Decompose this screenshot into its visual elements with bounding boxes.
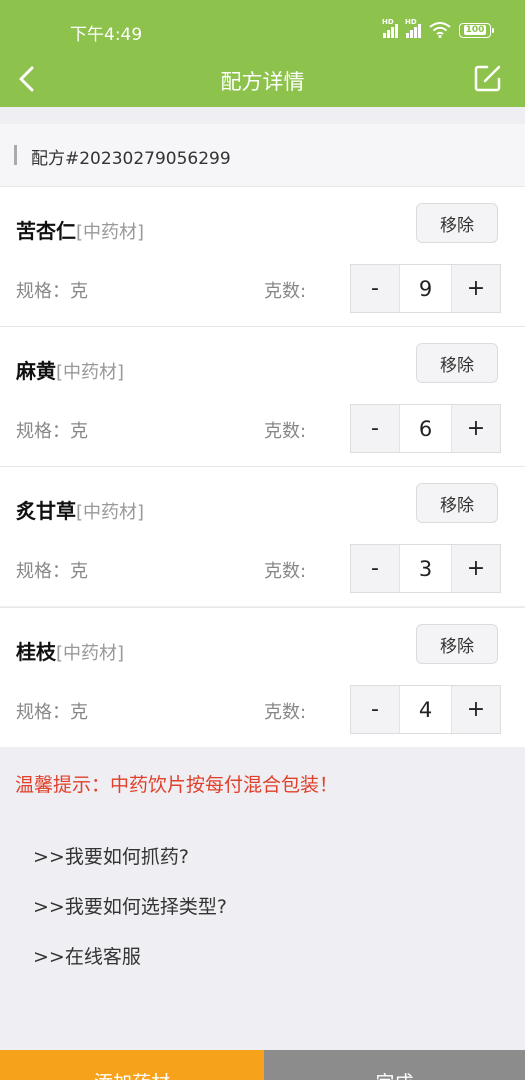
signal-icon: HD: [405, 18, 421, 38]
herb-type: [中药材]: [76, 502, 145, 523]
herb-name: 苦杏仁[中药材]: [16, 219, 145, 243]
herb-type: [中药材]: [56, 643, 125, 664]
quantity-label: 克数:: [264, 702, 307, 723]
quantity-stepper: - 3 +: [350, 544, 501, 593]
signal-icon: HD: [382, 18, 398, 38]
help-link-choose-type[interactable]: >>我要如何选择类型?: [33, 892, 227, 919]
quantity-label: 克数:: [264, 561, 307, 582]
herb-row: 麻黄[中药材] 移除 规格：克 克数: - 6 +: [0, 326, 525, 466]
quantity-label: 克数:: [264, 281, 307, 302]
herb-type: [中药材]: [76, 222, 145, 243]
formula-marker: [14, 145, 17, 165]
status-time: 下午4:49: [70, 25, 143, 45]
decrement-button[interactable]: -: [351, 545, 399, 592]
quantity-value[interactable]: 4: [399, 686, 452, 733]
quantity-stepper: - 9 +: [350, 264, 501, 313]
herb-row: 炙甘草[中药材] 移除 规格：克 克数: - 3 +: [0, 466, 525, 606]
wifi-icon: [429, 22, 451, 38]
remove-button[interactable]: 移除: [416, 203, 498, 243]
herb-name: 麻黄[中药材]: [16, 359, 125, 383]
herb-type: [中药材]: [56, 362, 125, 383]
quantity-label: 克数:: [264, 421, 307, 442]
remove-button[interactable]: 移除: [416, 483, 498, 523]
increment-button[interactable]: +: [452, 405, 500, 452]
quantity-value[interactable]: 9: [399, 265, 452, 312]
bottom-action-bar: 添加药材 完成: [0, 1050, 525, 1080]
increment-button[interactable]: +: [452, 545, 500, 592]
decrement-button[interactable]: -: [351, 265, 399, 312]
remove-button[interactable]: 移除: [416, 624, 498, 664]
formula-id: 配方#20230279056299: [31, 149, 231, 169]
increment-button[interactable]: +: [452, 686, 500, 733]
app-header: 下午4:49 HD HD 100 配方详情: [0, 0, 525, 107]
herb-spec: 规格：克: [16, 561, 88, 582]
quantity-value[interactable]: 6: [399, 405, 452, 452]
help-link-customer-service[interactable]: >>在线客服: [33, 942, 141, 969]
complete-button[interactable]: 完成: [264, 1050, 525, 1080]
quantity-value[interactable]: 3: [399, 545, 452, 592]
quantity-stepper: - 6 +: [350, 404, 501, 453]
formula-header: 配方#20230279056299: [0, 124, 525, 186]
decrement-button[interactable]: -: [351, 405, 399, 452]
herb-row: 苦杏仁[中药材] 移除 规格：克 克数: - 9 +: [0, 186, 525, 326]
add-herb-button[interactable]: 添加药材: [0, 1050, 264, 1080]
edit-icon[interactable]: [473, 63, 503, 93]
battery-level: 100: [463, 25, 487, 35]
herb-name: 炙甘草[中药材]: [16, 499, 145, 523]
page-title: 配方详情: [220, 70, 305, 94]
herb-spec: 规格：克: [16, 421, 88, 442]
increment-button[interactable]: +: [452, 265, 500, 312]
herb-row: 桂枝[中药材] 移除 规格：克 克数: - 4 +: [0, 607, 525, 747]
herb-spec: 规格：克: [16, 702, 88, 723]
help-link-how-to-buy[interactable]: >>我要如何抓药?: [33, 842, 189, 869]
nav-bar: 配方详情: [0, 58, 525, 107]
quantity-stepper: - 4 +: [350, 685, 501, 734]
battery-icon: 100: [459, 22, 494, 38]
status-bar: 下午4:49 HD HD 100: [0, 0, 525, 58]
herb-spec: 规格：克: [16, 281, 88, 302]
herb-name: 桂枝[中药材]: [16, 640, 125, 664]
status-icons: HD HD 100: [382, 18, 494, 40]
decrement-button[interactable]: -: [351, 686, 399, 733]
remove-button[interactable]: 移除: [416, 343, 498, 383]
packaging-tip: 温馨提示：中药饮片按每付混合包装！: [15, 774, 339, 796]
